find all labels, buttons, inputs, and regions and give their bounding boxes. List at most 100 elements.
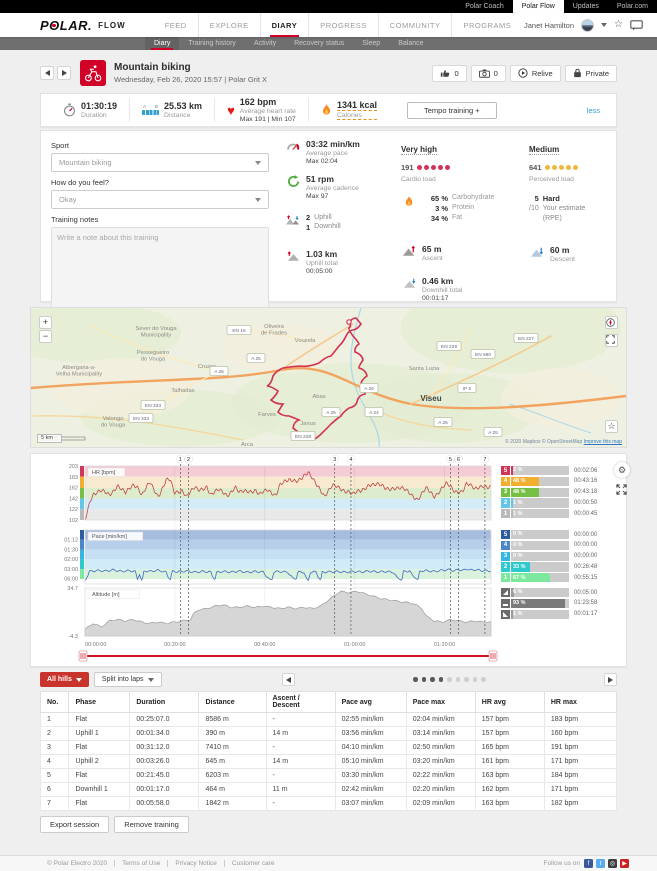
flow-wordmark: FLOW bbox=[98, 21, 126, 30]
lap-cell: 03:07 min/km bbox=[335, 797, 406, 811]
training-notes-input[interactable] bbox=[51, 227, 269, 319]
like-button[interactable]: 0 bbox=[432, 65, 466, 82]
feel-select[interactable]: Okay bbox=[51, 190, 269, 209]
previous-session-button[interactable] bbox=[40, 66, 54, 80]
laps-page-dot[interactable] bbox=[413, 677, 418, 682]
lap-cell: 6 bbox=[41, 783, 69, 797]
subnav-tab-activity[interactable]: Activity bbox=[245, 37, 285, 50]
footer-link-terms-of-use[interactable]: Terms of Use bbox=[114, 860, 167, 867]
privacy-button[interactable]: Private bbox=[565, 65, 617, 82]
cardio-dot bbox=[438, 165, 444, 171]
relive-button[interactable]: Relive bbox=[510, 65, 561, 82]
topbar-link-polar-coach[interactable]: Polar Coach bbox=[456, 0, 513, 13]
laps-page-dot[interactable] bbox=[481, 677, 486, 682]
user-menu-caret-icon[interactable] bbox=[601, 23, 607, 27]
route-map[interactable]: Sever do VougaMunicipalityPessegueirodo … bbox=[30, 307, 627, 448]
twitter-icon[interactable]: t bbox=[596, 859, 605, 868]
polar-logo[interactable]: POLAR. bbox=[40, 18, 92, 33]
sport-select[interactable]: Mountain biking bbox=[51, 153, 269, 172]
perceived-load-stat[interactable]: Medium 641 Perceived load bbox=[529, 139, 606, 183]
lap-cell: 183 bpm bbox=[544, 713, 616, 727]
lap-table-row[interactable]: 6Downhill 100:01:17.0464 m11 m02:42 min/… bbox=[41, 783, 617, 797]
footer-link-privacy-notice[interactable]: Privacy Notice bbox=[167, 860, 224, 867]
zone-bar: 0 % bbox=[511, 541, 569, 550]
zone-row: 448 %00:43:16 bbox=[501, 477, 628, 486]
laps-pagination-dots[interactable] bbox=[413, 677, 486, 682]
flame-icon bbox=[321, 103, 332, 117]
zone-bar: 6 % bbox=[511, 588, 569, 597]
subnav-tab-sleep[interactable]: Sleep bbox=[353, 37, 389, 50]
training-target-button[interactable]: Tempo training + bbox=[407, 102, 497, 119]
improve-map-link[interactable]: Improve this map bbox=[584, 439, 622, 445]
footer-link-customer-care[interactable]: Customer care bbox=[224, 860, 282, 867]
user-name[interactable]: Janet Hamilton bbox=[524, 21, 574, 30]
laps-page-dot[interactable] bbox=[464, 677, 469, 682]
topbar-link-updates[interactable]: Updates bbox=[564, 0, 608, 13]
laps-column-header: Distance bbox=[199, 692, 266, 713]
map-fullscreen-button[interactable] bbox=[605, 334, 618, 347]
laps-page-next-button[interactable] bbox=[604, 673, 617, 686]
export-session-button[interactable]: Export session bbox=[40, 816, 109, 833]
zone-bar: 93 % bbox=[511, 599, 569, 608]
laps-page-dot[interactable] bbox=[430, 677, 435, 682]
laps-page-dot[interactable] bbox=[473, 677, 478, 682]
nav-tab-explore[interactable]: EXPLORE bbox=[198, 13, 260, 37]
laps-split-button[interactable]: Split into laps bbox=[94, 672, 162, 687]
facebook-icon[interactable]: f bbox=[584, 859, 593, 868]
subnav-tab-recovery-status[interactable]: Recovery status bbox=[285, 37, 353, 50]
polar-flow-page: Polar CoachPolar FlowUpdatesPolar.com PO… bbox=[0, 0, 657, 871]
zone-badge: 1 bbox=[501, 509, 510, 518]
svg-text:01:30: 01:30 bbox=[64, 547, 78, 553]
feedback-chat-icon[interactable] bbox=[630, 20, 643, 31]
map-favorite-star-button[interactable]: ☆ bbox=[605, 420, 618, 433]
subnav-tab-balance[interactable]: Balance bbox=[389, 37, 432, 50]
hills-filter-button[interactable]: All hills bbox=[40, 672, 89, 687]
lap-table-row[interactable]: 1Flat00:25:07.08586 m-02:55 min/km02:04 … bbox=[41, 713, 617, 727]
map-zoom-out-button[interactable]: − bbox=[39, 330, 52, 343]
laps-column-header: Duration bbox=[130, 692, 199, 713]
cardio-load-stat[interactable]: Very high 191 Cardio load bbox=[401, 139, 529, 183]
nav-tab-progress[interactable]: PROGRESS bbox=[308, 13, 378, 37]
lap-cell: - bbox=[266, 797, 335, 811]
map-label: Janus bbox=[300, 421, 316, 427]
zone-row: 40 %00:00:00 bbox=[501, 541, 628, 550]
lap-cell: 00:01:34.0 bbox=[130, 727, 199, 741]
laps-page-dot[interactable] bbox=[422, 677, 427, 682]
map-compass-icon[interactable] bbox=[605, 316, 618, 329]
remove-training-button[interactable]: Remove training bbox=[114, 816, 189, 833]
less-link[interactable]: less bbox=[587, 106, 606, 115]
favorites-star-icon[interactable]: ☆ bbox=[614, 20, 623, 30]
lap-table-row[interactable]: 2Uphill 100:01:34.0390 m14 m03:56 min/km… bbox=[41, 727, 617, 741]
next-session-button[interactable] bbox=[57, 66, 71, 80]
calories-metric[interactable]: 1341 kcalCalories bbox=[308, 98, 389, 122]
avatar[interactable] bbox=[581, 19, 594, 32]
lap-table-row[interactable]: 3Flat00:31:12.07410 m-04:10 min/km02:50 … bbox=[41, 741, 617, 755]
topbar-link-polar-com[interactable]: Polar.com bbox=[608, 0, 657, 13]
lap-cell: 02:04 min/km bbox=[406, 713, 475, 727]
laps-page-dot[interactable] bbox=[439, 677, 444, 682]
lap-cell: 191 bpm bbox=[544, 741, 616, 755]
cardio-dot bbox=[417, 165, 423, 171]
nav-tab-programs[interactable]: PROGRAMS bbox=[451, 13, 522, 37]
subnav-tab-diary[interactable]: Diary bbox=[145, 37, 179, 50]
nav-tab-feed[interactable]: FEED bbox=[154, 13, 198, 37]
youtube-icon[interactable]: ▶ bbox=[620, 859, 629, 868]
lap-cell: 157 bpm bbox=[475, 727, 544, 741]
lap-table-row[interactable]: 5Flat00:21:45.06203 m-03:30 min/km02:22 … bbox=[41, 769, 617, 783]
map-zoom-in-button[interactable]: + bbox=[39, 316, 52, 329]
topbar-link-polar-flow[interactable]: Polar Flow bbox=[513, 0, 564, 13]
subnav-tab-training-history[interactable]: Training history bbox=[179, 37, 245, 50]
laps-page-prev-button[interactable] bbox=[282, 673, 295, 686]
energy-row: 34 %Fat bbox=[422, 214, 494, 223]
nav-tab-diary[interactable]: DIARY bbox=[260, 13, 309, 37]
chart-settings-gear-icon[interactable]: ⚙ bbox=[614, 462, 630, 478]
lap-table-row[interactable]: 7Flat00:05:58.01842 m-03:07 min/km02:09 … bbox=[41, 797, 617, 811]
laps-page-dot[interactable] bbox=[456, 677, 461, 682]
nav-tab-community[interactable]: COMMUNITY bbox=[378, 13, 452, 37]
photos-button[interactable]: 0 bbox=[471, 65, 506, 82]
laps-page-dot[interactable] bbox=[447, 677, 452, 682]
lap-table-row[interactable]: 4Uphill 200:03:26.0645 m14 m05:10 min/km… bbox=[41, 755, 617, 769]
instagram-icon[interactable]: ◎ bbox=[608, 859, 617, 868]
chart-expand-icon[interactable] bbox=[616, 484, 627, 495]
lap-cell: 171 bpm bbox=[544, 755, 616, 769]
